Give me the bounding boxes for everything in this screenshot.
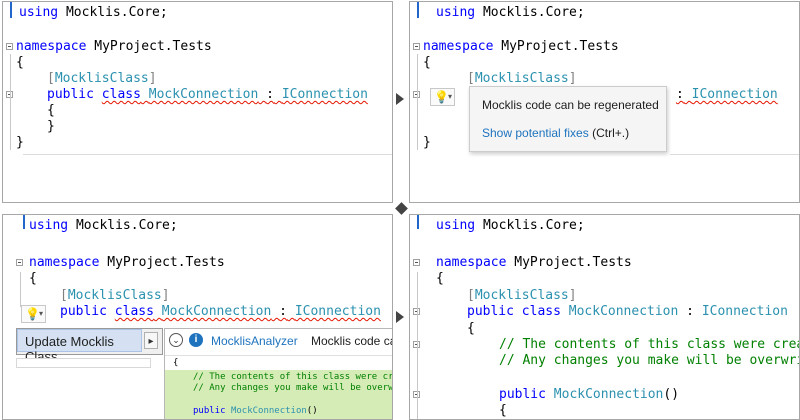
chevron-down-icon: ▾: [447, 92, 452, 101]
quick-actions-menu: Update Mocklis Class ▸: [16, 328, 163, 364]
tooltip-message: Mocklis code can be regenerated: [482, 98, 659, 112]
editor-bottom-line: [670, 154, 799, 155]
change-margin: [417, 2, 419, 18]
code-line-class-decl-tail: : IConnection: [676, 87, 778, 102]
preview-line-brace: {: [173, 358, 179, 368]
code-line-attribute: [MocklisClass]: [467, 71, 577, 86]
code-line-ns-close: }: [423, 135, 431, 150]
code-line-class-decl: public class MockConnection : IConnectio…: [47, 87, 368, 102]
panel-actions-menu: using Mocklis.Core; namespace MyProject.…: [2, 214, 393, 420]
preview-message: Mocklis code can: [311, 334, 392, 348]
outline-guide: [417, 54, 418, 150]
tooltip-fix-row: Show potential fixes (Ctrl+.): [482, 126, 629, 140]
editor-bottom-line: [23, 154, 392, 155]
code-line-ctor: public MockConnection(): [499, 387, 680, 402]
code-line-using: using Mocklis.Core;: [29, 218, 178, 233]
preview-ctor-line: public MockConnection(): [193, 406, 318, 416]
outline-guide: [417, 272, 418, 419]
code-line-ctor-open: {: [499, 403, 507, 418]
change-margin: [417, 215, 419, 229]
code-line-comment-1: // The contents of this class were creat…: [499, 337, 800, 352]
code-line-class-open: {: [47, 103, 55, 118]
code-line-class-close: }: [47, 119, 55, 134]
analyzer-link[interactable]: MocklisAnalyzer: [211, 334, 298, 348]
code-line-attribute: [MocklisClass]: [60, 288, 170, 303]
step-arrow-right-icon: [396, 93, 404, 105]
code-line-ns-open: {: [29, 271, 37, 286]
code-line-class-decl: public class MockConnection : IConnectio…: [467, 304, 788, 319]
code-line-class-decl: public class MockConnection : IConnectio…: [60, 304, 381, 319]
code-line-attribute: [MocklisClass]: [47, 71, 157, 86]
editor-scroll-area: [16, 358, 151, 368]
preview-comment-1: // The contents of this class were cre: [193, 372, 393, 382]
preview-added-block-2: public MockConnection(): [165, 396, 392, 419]
code-line-ns-open: {: [436, 271, 444, 286]
code-line-using: using Mocklis.Core;: [436, 5, 585, 20]
preview-header: ⌄ i MocklisAnalyzer Mocklis code can: [165, 329, 392, 356]
fix-preview-panel: ⌄ i MocklisAnalyzer Mocklis code can { /…: [164, 328, 393, 419]
collapse-namespace-icon[interactable]: [6, 43, 13, 50]
info-icon: i: [189, 333, 203, 347]
code-line-using: using Mocklis.Core;: [19, 5, 168, 20]
quick-info-tooltip: Mocklis code can be regenerated Show pot…: [469, 86, 667, 152]
outline-guide: [20, 272, 21, 307]
code-line-attribute: [MocklisClass]: [467, 288, 577, 303]
panel-before: using Mocklis.Core; namespace MyProject.…: [2, 1, 393, 203]
outline-guide: [10, 54, 11, 150]
code-line-ns-open: {: [423, 55, 431, 70]
step-arrow-down-icon: [395, 202, 408, 215]
preview-comment-2: // Any changes you make will be overwr: [193, 383, 393, 393]
code-line-ns-open: {: [16, 55, 24, 70]
panel-quick-info: using Mocklis.Core; namespace MyProject.…: [409, 1, 800, 203]
collapse-namespace-icon[interactable]: [16, 259, 23, 266]
change-margin: [10, 2, 12, 18]
submenu-arrow-icon[interactable]: ▸: [144, 332, 158, 349]
code-line-class-open: {: [467, 321, 475, 336]
shortcut-hint: (Ctrl+.): [592, 126, 630, 140]
code-line-ns-close: }: [16, 135, 24, 150]
show-potential-fixes-link[interactable]: Show potential fixes: [482, 126, 589, 140]
collapse-namespace-icon[interactable]: [413, 43, 420, 50]
menu-item-update-mocklis-class[interactable]: Update Mocklis Class: [17, 329, 142, 364]
preview-added-block: // The contents of this class were cre /…: [165, 370, 393, 396]
code-line-namespace: namespace MyProject.Tests: [436, 255, 632, 270]
code-line-namespace: namespace MyProject.Tests: [423, 39, 619, 54]
code-line-namespace: namespace MyProject.Tests: [29, 255, 225, 270]
lightbulb-icon: 💡: [25, 307, 40, 321]
expand-icon[interactable]: ⌄: [169, 333, 183, 347]
collapse-namespace-icon[interactable]: [413, 259, 420, 266]
lightbulb-icon: 💡: [434, 90, 449, 104]
lightbulb-button[interactable]: 💡 ▾: [21, 305, 46, 323]
lightbulb-button[interactable]: 💡 ▾: [430, 88, 455, 106]
step-arrow-right-icon: [396, 311, 404, 323]
code-line-comment-2: // Any changes you make will be overwrit…: [499, 353, 800, 368]
code-line-using: using Mocklis.Core;: [436, 218, 585, 233]
code-line-namespace: namespace MyProject.Tests: [16, 39, 212, 54]
chevron-down-icon: ▾: [38, 309, 43, 318]
change-margin: [23, 215, 25, 229]
panel-after: using Mocklis.Core; namespace MyProject.…: [409, 214, 800, 420]
